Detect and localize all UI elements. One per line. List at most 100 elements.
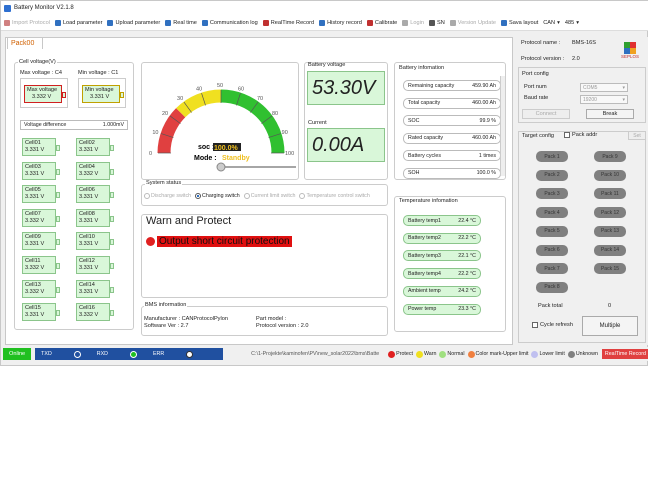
gauge-yellow-arc	[176, 89, 222, 118]
cell-name: Cell11	[25, 258, 41, 264]
logo: SEPLOS	[616, 37, 644, 63]
communication-log-icon	[201, 19, 208, 26]
cell-3: Cell03 3.331 V	[22, 161, 60, 180]
protocol-select[interactable]: CAN ▾	[543, 20, 560, 26]
legend-item: Lower limit	[530, 350, 565, 358]
pack-button[interactable]: Pack 12	[594, 207, 626, 219]
set-button[interactable]: Set	[628, 131, 646, 140]
rxd-label: RXD	[96, 351, 108, 357]
port-num-select[interactable]: COM5 ▾	[580, 83, 628, 92]
pack-button[interactable]: Pack 14	[594, 244, 626, 256]
gauge-tick-label: 100	[285, 151, 294, 157]
voltage-difference: Voltage difference 1.000mV	[20, 120, 128, 130]
real-time-button[interactable]: Real time	[165, 19, 197, 26]
cycle-refresh-label: Cycle refresh	[540, 322, 573, 328]
soc-gauge: 0 10 20 30 40 50 60 70 80 90 100 soc : 100.0% Mode…	[149, 83, 296, 172]
cell-name: Cell08	[79, 210, 95, 217]
min-voltage-box: Min voltage 3.331 V	[82, 85, 124, 103]
history-record-button[interactable]: History record	[319, 19, 362, 26]
warn-item: Output short circuit protection	[144, 236, 292, 247]
voltage-difference-value: 1.000mV	[102, 122, 124, 128]
temperature-value: 22.2 °C	[458, 270, 476, 277]
break-button[interactable]: Break	[586, 109, 634, 119]
battery-info-key: Total capacity	[408, 100, 441, 106]
cell-13: Cell13 3.332 V	[22, 279, 60, 298]
cell-name: Cell09	[25, 234, 41, 241]
pack-button[interactable]: Pack 4	[536, 207, 568, 219]
baud-rate-value: 19200	[583, 97, 597, 103]
communication-log-button[interactable]: Communication log	[201, 19, 258, 26]
bms-info-title[interactable]: BMS information	[144, 302, 188, 308]
protect-indicator-icon	[146, 237, 155, 246]
upload-parameter-icon	[107, 19, 114, 26]
system-status-label: Discharge switch	[151, 193, 192, 199]
pack-button[interactable]: Pack 13	[594, 225, 626, 237]
temperature-row: Battery temp1 22.4 °C	[403, 215, 481, 226]
cell-1: Cell01 3.331 V	[22, 138, 60, 156]
cell-name: Cell07	[25, 210, 41, 217]
battery-terminal-icon	[110, 145, 114, 151]
pack-button[interactable]: Pack 8	[536, 281, 568, 293]
battery-terminal-icon	[56, 168, 60, 175]
multiple-button[interactable]: Multiple	[582, 316, 638, 336]
gauge-tick-label: 70	[257, 96, 263, 102]
login-button[interactable]: Login	[402, 19, 424, 26]
battery-info-scrollbar[interactable]	[500, 76, 505, 176]
battery-terminal-icon	[110, 286, 114, 293]
temperature-row: Power temp 23.3 °C	[403, 303, 481, 315]
pack-button[interactable]: Pack 2	[536, 169, 568, 181]
realtime-record-button[interactable]: RealTime Record	[262, 19, 315, 26]
pack-button[interactable]: Pack 5	[536, 225, 568, 237]
legend-dot-icon	[467, 350, 475, 358]
load-parameter-button[interactable]: Load parameter	[54, 19, 102, 26]
version-update-icon	[449, 19, 456, 26]
legend-item: Protect	[387, 350, 413, 358]
pack-button[interactable]: Pack 15	[594, 263, 626, 275]
system-status-item: Temperature control switch	[299, 193, 370, 199]
sn-label: SN	[436, 19, 445, 26]
temperature-value: 22.2 °C	[458, 235, 476, 242]
gauge-panel: 0 10 20 30 40 50 60 70 80 90 100 soc : 100.0% Mode…	[141, 62, 299, 180]
battery-terminal-icon	[120, 92, 124, 98]
version-update-button[interactable]: Version Update	[449, 19, 496, 26]
checkbox-icon	[564, 132, 570, 138]
max-voltage-box-value: 3.332 V	[32, 94, 52, 100]
tab-pack00[interactable]: Pack00	[7, 37, 43, 49]
chevron-down-icon: ▾	[622, 85, 625, 91]
pack-button[interactable]: Pack 3	[536, 188, 568, 200]
cell-voltage-value: 3.331 V	[25, 241, 45, 248]
import-protocol-icon	[4, 19, 10, 26]
connect-button[interactable]: Connect	[522, 109, 570, 119]
realtime-record-label: RealTime Record	[270, 19, 315, 26]
legend-label: Lower limit	[539, 351, 565, 357]
pack-button[interactable]: Pack 9	[594, 151, 626, 162]
temperature-row: Ambient temp 24.2 °C	[403, 285, 481, 297]
model-select-value: 485	[564, 19, 575, 26]
pack-button[interactable]: Pack 11	[594, 188, 626, 200]
temperature-value: 22.1 °C	[458, 252, 476, 259]
cycle-refresh-checkbox[interactable]: Cycle refresh	[532, 322, 573, 328]
baud-rate-select[interactable]: 19200 ▾	[580, 95, 628, 104]
target-config-group	[518, 131, 646, 343]
import-protocol-button[interactable]: Import Protocol	[4, 19, 50, 26]
upload-parameter-button[interactable]: Upload parameter	[107, 19, 160, 26]
pack-addr-checkbox[interactable]: Pack addr	[564, 132, 597, 138]
cell-voltage-value: 3.331 V	[25, 147, 45, 153]
pack-button[interactable]: Pack 1	[536, 151, 568, 162]
battery-terminal-icon	[110, 310, 114, 317]
model-select[interactable]: 485 ▾	[565, 20, 579, 26]
temperature-title: Temperature infomation	[398, 198, 459, 204]
sn-button[interactable]: SN	[428, 19, 445, 26]
cell-voltage-value: 3.331 V	[79, 288, 99, 295]
calibrate-button[interactable]: Calibrate	[366, 19, 397, 26]
pack-button[interactable]: Pack 6	[536, 244, 568, 256]
battery-terminal-icon	[110, 215, 114, 222]
pack-button[interactable]: Pack 7	[536, 263, 568, 275]
pack-button[interactable]: Pack 10	[594, 169, 626, 181]
temperature-key: Battery temp3	[408, 252, 441, 259]
cell-voltage-value: 3.331 V	[79, 217, 99, 224]
main-panel: Cell voltage(V) Max voltage : C4 Min vol…	[5, 37, 513, 345]
sava-layout-button[interactable]: Sava layout	[501, 19, 538, 26]
software-version: Software Ver : 2.7	[144, 323, 189, 329]
mode-value: Standby	[222, 155, 250, 162]
